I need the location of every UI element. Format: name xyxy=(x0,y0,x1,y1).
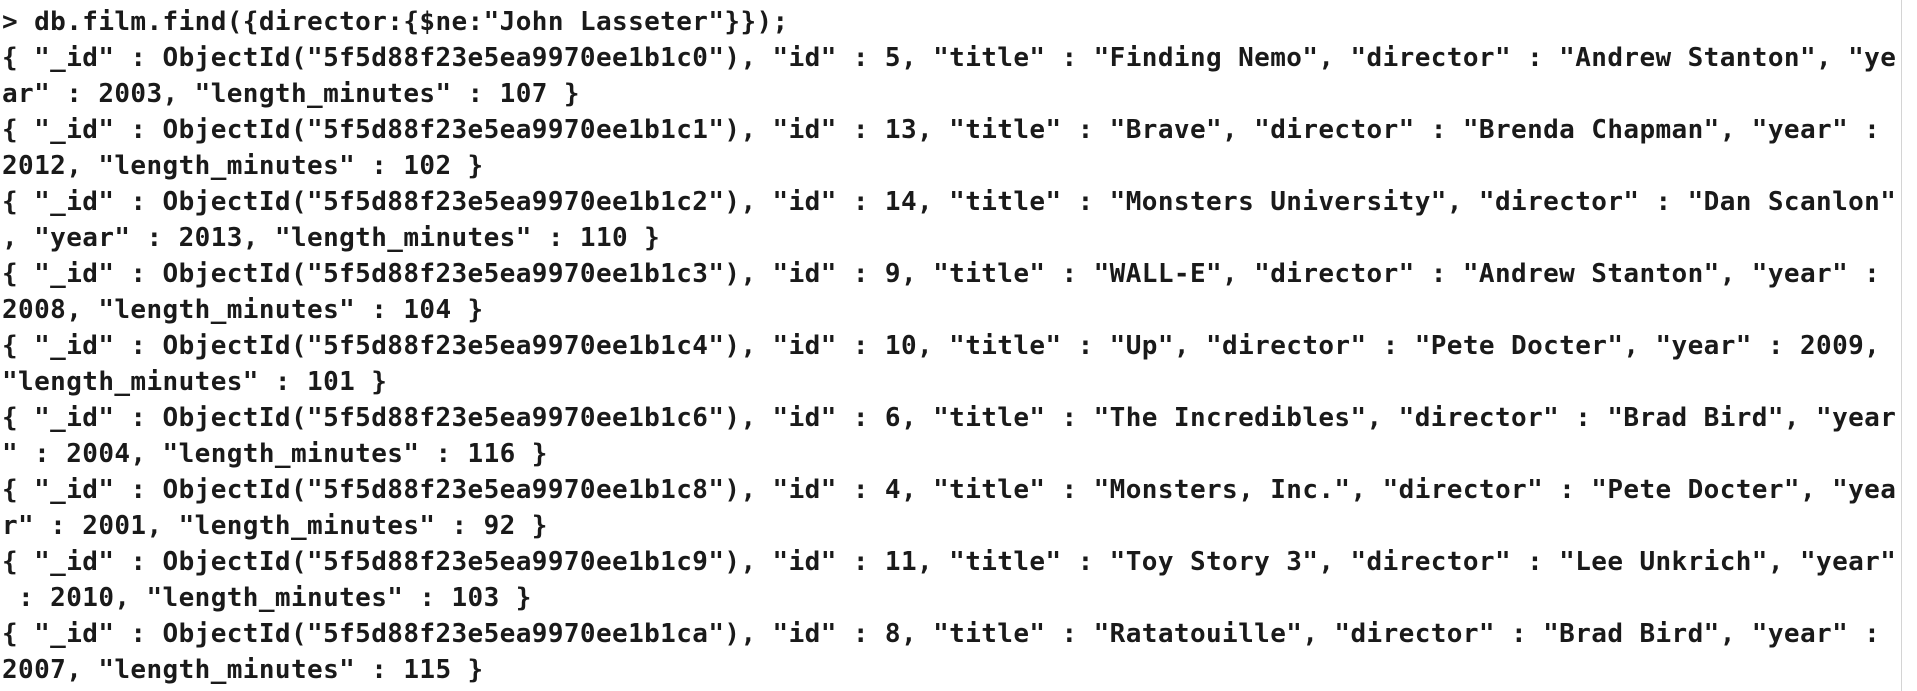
output-line: 2008, "length_minutes" : 104 } xyxy=(2,295,484,325)
output-line: { "_id" : ObjectId("5f5d88f23e5ea9970ee1… xyxy=(2,115,1881,145)
output-line: r" : 2001, "length_minutes" : 92 } xyxy=(2,511,548,541)
output-line: "length_minutes" : 101 } xyxy=(2,367,388,397)
output-line: 2012, "length_minutes" : 102 } xyxy=(2,151,484,181)
terminal-output: > db.film.find({director:{$ne:"John Lass… xyxy=(0,0,1917,691)
output-line: 2007, "length_minutes" : 115 } xyxy=(2,655,484,685)
window-edge-divider xyxy=(1901,0,1902,691)
output-line: { "_id" : ObjectId("5f5d88f23e5ea9970ee1… xyxy=(2,547,1897,577)
output-line: { "_id" : ObjectId("5f5d88f23e5ea9970ee1… xyxy=(2,331,1881,361)
output-line: , "year" : 2013, "length_minutes" : 110 … xyxy=(2,223,661,253)
command-line: > db.film.find({director:{$ne:"John Lass… xyxy=(2,7,789,37)
output-line: { "_id" : ObjectId("5f5d88f23e5ea9970ee1… xyxy=(2,43,1897,73)
output-line: " : 2004, "length_minutes" : 116 } xyxy=(2,439,548,469)
output-line: { "_id" : ObjectId("5f5d88f23e5ea9970ee1… xyxy=(2,259,1881,289)
output-line: { "_id" : ObjectId("5f5d88f23e5ea9970ee1… xyxy=(2,187,1897,217)
output-line: ar" : 2003, "length_minutes" : 107 } xyxy=(2,79,580,109)
output-line: : 2010, "length_minutes" : 103 } xyxy=(2,583,532,613)
output-line: { "_id" : ObjectId("5f5d88f23e5ea9970ee1… xyxy=(2,403,1897,433)
output-line: { "_id" : ObjectId("5f5d88f23e5ea9970ee1… xyxy=(2,475,1897,505)
output-line: { "_id" : ObjectId("5f5d88f23e5ea9970ee1… xyxy=(2,619,1881,649)
